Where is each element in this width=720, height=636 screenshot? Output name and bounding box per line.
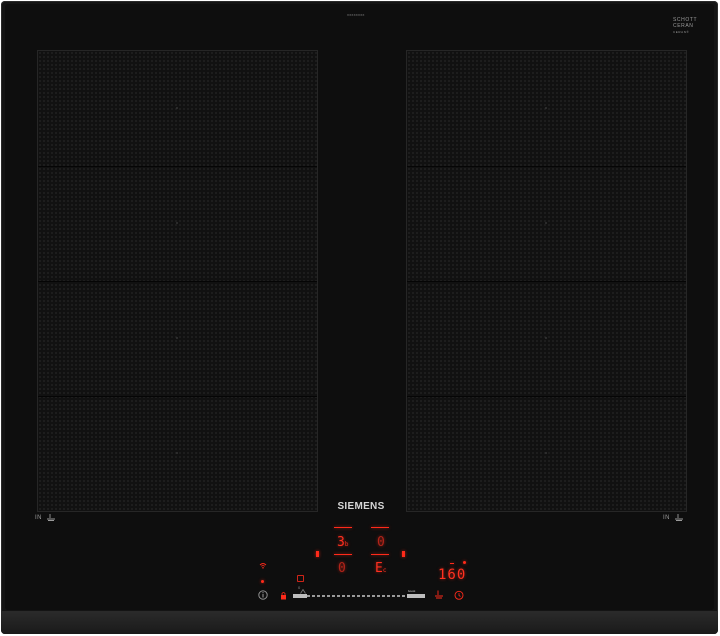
left-zone-marker xyxy=(316,551,319,557)
zone-center-mark xyxy=(176,222,178,224)
zone-divider xyxy=(38,281,317,282)
zone-center-mark xyxy=(545,337,547,339)
induction-hob: XXXXXXXX SCHOTT CERAN CERAN® IN IN SIEME… xyxy=(1,1,718,634)
zone-center-mark xyxy=(176,452,178,454)
left-lower-power-display[interactable]: 0 xyxy=(338,562,346,575)
status-led xyxy=(261,580,264,583)
childlock-icon[interactable] xyxy=(280,591,287,600)
temperature-display: 160 xyxy=(438,567,467,583)
ceran-small-label: CERAN® xyxy=(673,30,690,34)
power-suffix: b xyxy=(344,541,349,548)
zone-selector-bar[interactable] xyxy=(371,554,389,555)
zone-center-mark xyxy=(176,337,178,339)
in-label-text: IN xyxy=(35,515,42,522)
right-cooking-zone[interactable] xyxy=(406,50,687,512)
zone-divider xyxy=(38,166,317,167)
zone-selector-bar[interactable] xyxy=(334,527,352,528)
zone-divider xyxy=(407,166,686,167)
schott-ceran-logo: SCHOTT CERAN CERAN® xyxy=(673,17,697,35)
power-level: 3 xyxy=(337,535,345,550)
slider-start-segment xyxy=(293,594,307,598)
wifi-icon[interactable] xyxy=(259,562,267,569)
timer-icon[interactable] xyxy=(454,590,464,600)
pan-size-icon[interactable] xyxy=(297,575,304,582)
zone-divider xyxy=(407,281,686,282)
zone-center-mark xyxy=(545,222,547,224)
power-suffix: c xyxy=(382,567,387,574)
zone-selector-bar[interactable] xyxy=(334,554,352,555)
left-upper-power-display[interactable]: 3b xyxy=(337,536,348,551)
left-zone-in-label: IN xyxy=(35,514,56,521)
frame-bottom xyxy=(1,611,718,634)
pan-icon xyxy=(675,514,684,521)
top-code: XXXXXXXX xyxy=(347,13,365,17)
power-slider[interactable] xyxy=(297,595,405,597)
pan-icon xyxy=(47,514,56,521)
slider-start-label: 0 xyxy=(298,585,301,590)
zone-selector-bar[interactable] xyxy=(371,527,389,528)
zone-center-mark xyxy=(176,107,178,109)
in-label-text: IN xyxy=(663,515,670,522)
zone-divider xyxy=(38,396,317,397)
zone-center-mark xyxy=(545,452,547,454)
right-upper-power-display[interactable]: 0 xyxy=(377,536,385,549)
power-level: E xyxy=(375,561,383,576)
boost-label: boost xyxy=(408,589,416,593)
brand-logo: SIEMENS xyxy=(337,501,385,512)
zone-center-mark xyxy=(545,107,547,109)
temp-indicator xyxy=(450,563,454,564)
frying-sensor-icon[interactable] xyxy=(434,590,444,599)
right-zone-marker xyxy=(402,551,405,557)
zone-divider xyxy=(407,396,686,397)
right-zone-in-label: IN xyxy=(663,514,684,521)
info-icon[interactable] xyxy=(258,590,268,600)
right-lower-power-display[interactable]: Ec xyxy=(375,562,386,577)
left-cooking-zone[interactable] xyxy=(37,50,318,512)
degree-indicator xyxy=(463,561,466,564)
